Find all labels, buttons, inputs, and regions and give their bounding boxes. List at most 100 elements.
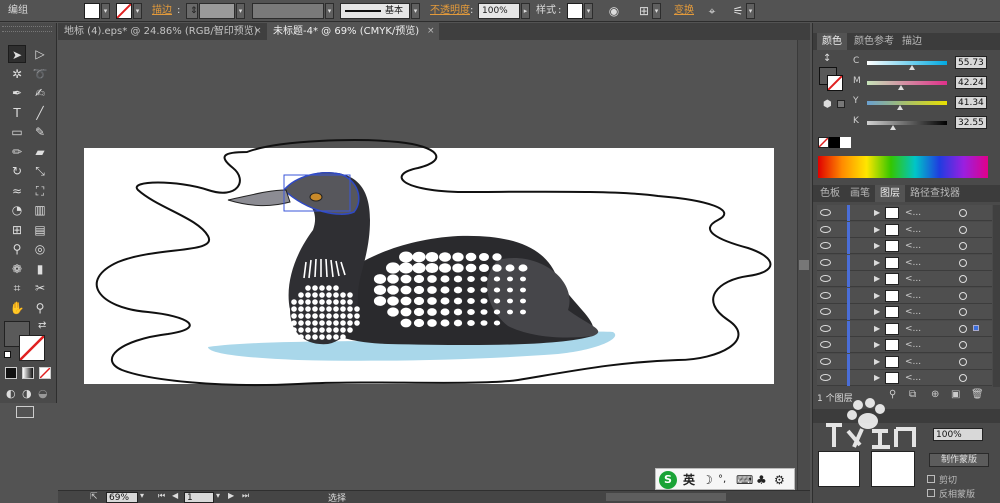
tab-document-2-close-icon[interactable]: × bbox=[427, 23, 435, 40]
expand-triangle-icon[interactable]: ▶ bbox=[874, 271, 880, 287]
visibility-eye-icon[interactable] bbox=[820, 341, 831, 348]
rectangle-icon[interactable]: ▭ bbox=[8, 123, 26, 141]
color-mode-icon[interactable] bbox=[5, 367, 17, 379]
expand-triangle-icon[interactable]: ▶ bbox=[874, 337, 880, 353]
recolor-icon[interactable]: ◉ bbox=[606, 3, 622, 19]
draw-behind-icon[interactable]: ◑ bbox=[22, 387, 32, 400]
tab-color[interactable]: 颜色 bbox=[817, 33, 847, 50]
scroll-thumb[interactable] bbox=[799, 260, 809, 270]
zoom-field[interactable]: 69% bbox=[106, 492, 138, 503]
hand-icon[interactable]: ✋ bbox=[8, 299, 26, 317]
gamut-swatch[interactable] bbox=[837, 100, 845, 108]
screen-mode-icon[interactable] bbox=[16, 406, 34, 418]
invert-mask-checkbox[interactable] bbox=[927, 489, 935, 497]
loon-artwork[interactable] bbox=[58, 40, 810, 490]
layer-row[interactable]: ▶ <... bbox=[817, 370, 992, 386]
target-circle-icon[interactable] bbox=[959, 341, 967, 349]
first-page-icon[interactable]: ⏮ bbox=[158, 491, 165, 501]
graphic-style-dropdown[interactable]: ▾ bbox=[584, 3, 593, 19]
layer-name[interactable]: <... bbox=[905, 370, 921, 386]
visibility-eye-icon[interactable] bbox=[820, 374, 831, 381]
arrange-dropdown[interactable]: ▾ bbox=[746, 3, 755, 19]
swap-colors-icon[interactable]: ⇄ bbox=[38, 320, 46, 331]
default-colors-icon[interactable] bbox=[4, 351, 11, 358]
layer-row[interactable]: ▶ <... bbox=[817, 238, 992, 254]
target-circle-icon[interactable] bbox=[959, 209, 967, 217]
target-circle-icon[interactable] bbox=[959, 324, 967, 333]
layer-name[interactable]: <... bbox=[905, 354, 921, 370]
page-field[interactable]: 1 bbox=[184, 492, 214, 503]
sogou-logo-icon[interactable]: S bbox=[659, 471, 677, 489]
brush-style-field[interactable]: 基本 bbox=[340, 3, 410, 19]
layer-name[interactable]: <... bbox=[905, 205, 921, 221]
target-circle-icon[interactable] bbox=[959, 308, 967, 316]
none-swatch[interactable] bbox=[818, 137, 829, 148]
cmyk-value-field[interactable]: 32.55 bbox=[955, 116, 987, 129]
tab-stroke[interactable]: 描边 bbox=[897, 33, 927, 50]
mask-thumbnail[interactable] bbox=[871, 451, 915, 487]
layer-name[interactable]: <... bbox=[905, 271, 921, 287]
layer-row[interactable]: ▶ <... bbox=[817, 353, 992, 370]
gradient-icon[interactable]: ▤ bbox=[31, 221, 49, 239]
selection-arrow-icon[interactable]: ➤ bbox=[8, 45, 26, 63]
tools-grip[interactable] bbox=[2, 26, 52, 32]
prev-page-icon[interactable]: ◀ bbox=[172, 491, 178, 500]
none-mode-icon[interactable] bbox=[39, 367, 51, 379]
align-dropdown[interactable]: ▾ bbox=[652, 3, 661, 19]
cmyk-slider[interactable] bbox=[867, 101, 947, 105]
stroke-weight-dropdown[interactable]: ▾ bbox=[236, 3, 245, 19]
cmyk-slider[interactable] bbox=[867, 121, 947, 125]
stroke-color-box[interactable] bbox=[19, 335, 45, 361]
layer-row[interactable]: ▶ <... bbox=[817, 254, 992, 271]
visibility-eye-icon[interactable] bbox=[820, 209, 831, 216]
tab-document-2[interactable]: 未标题-4* @ 69% (CMYK/预览) × bbox=[267, 23, 439, 40]
stroke-label[interactable]: 描边 bbox=[152, 3, 172, 19]
graphic-style-swatch[interactable] bbox=[567, 3, 583, 19]
layer-row[interactable]: ▶ <... bbox=[817, 320, 992, 337]
layers-scrollbar[interactable] bbox=[993, 205, 1000, 387]
gradient-mode-icon[interactable] bbox=[22, 367, 34, 379]
fill-dropdown[interactable]: ▾ bbox=[101, 3, 110, 19]
cmyk-slider[interactable] bbox=[867, 61, 947, 65]
make-mask-button[interactable]: 制作蒙版 bbox=[929, 453, 989, 467]
opacity-dropdown[interactable]: ▸ bbox=[521, 3, 530, 19]
expand-triangle-icon[interactable]: ▶ bbox=[874, 205, 880, 221]
visibility-eye-icon[interactable] bbox=[820, 242, 831, 249]
visibility-eye-icon[interactable] bbox=[820, 357, 831, 365]
mesh-icon[interactable]: ⊞ bbox=[8, 221, 26, 239]
tab-swatches[interactable]: 色板 bbox=[815, 185, 845, 202]
ime-lang-label[interactable]: 英 bbox=[683, 471, 695, 489]
expand-triangle-icon[interactable]: ▶ bbox=[874, 222, 880, 238]
direct-select-icon[interactable]: ▷ bbox=[31, 45, 49, 63]
artboard-icon[interactable]: ⌗ bbox=[8, 279, 26, 297]
fill-swatch[interactable] bbox=[84, 3, 100, 19]
expand-triangle-icon[interactable]: ▶ bbox=[874, 321, 880, 337]
cmyk-value-field[interactable]: 41.34 bbox=[955, 96, 987, 109]
expand-triangle-icon[interactable]: ▶ bbox=[874, 288, 880, 304]
target-circle-icon[interactable] bbox=[959, 258, 967, 267]
expand-triangle-icon[interactable]: ▶ bbox=[874, 255, 880, 271]
cmyk-value-field[interactable]: 55.73 bbox=[955, 56, 987, 69]
layer-name[interactable]: <... bbox=[905, 255, 921, 271]
draw-inside-icon[interactable]: ◒ bbox=[38, 387, 48, 400]
layer-row[interactable]: ▶ <... bbox=[817, 337, 992, 353]
lasso-icon[interactable]: ➰ bbox=[31, 65, 49, 83]
blend-icon[interactable]: ◎ bbox=[31, 240, 49, 258]
rotate-icon[interactable]: ↻ bbox=[8, 162, 26, 180]
next-page-icon[interactable]: ▶ bbox=[228, 491, 234, 500]
transparency-opacity-field[interactable]: 100% bbox=[933, 428, 983, 441]
layer-name[interactable]: <... bbox=[905, 222, 921, 238]
target-circle-icon[interactable] bbox=[959, 374, 967, 382]
graph-icon[interactable]: ▥ bbox=[31, 201, 49, 219]
transparency-thumbnail[interactable] bbox=[818, 451, 860, 487]
out-of-gamut-icon[interactable]: ⬢ bbox=[823, 99, 832, 110]
pencil-icon[interactable]: ✏ bbox=[8, 143, 26, 161]
visibility-eye-icon[interactable] bbox=[820, 258, 831, 266]
clip-checkbox[interactable] bbox=[927, 475, 935, 483]
new-sublayer-icon[interactable]: ⊕ bbox=[931, 389, 939, 400]
expand-triangle-icon[interactable]: ▶ bbox=[874, 238, 880, 254]
tab-document-1-close-icon[interactable]: × bbox=[254, 23, 262, 40]
target-circle-icon[interactable] bbox=[959, 291, 967, 300]
isolate-group-icon[interactable]: ⌖ bbox=[704, 3, 720, 19]
canvas[interactable] bbox=[58, 40, 810, 490]
